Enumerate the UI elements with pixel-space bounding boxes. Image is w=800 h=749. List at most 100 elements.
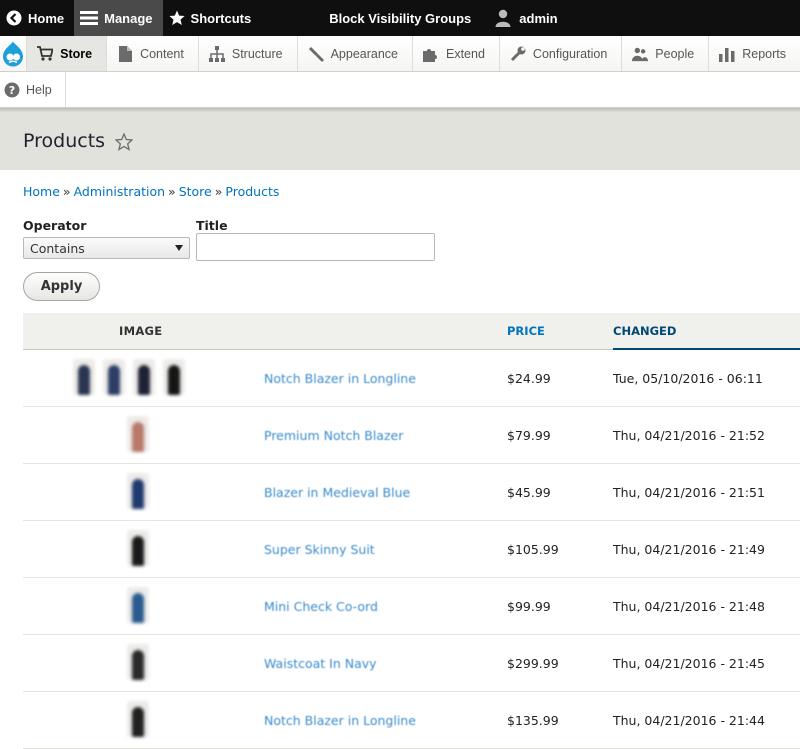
tray-item-extend[interactable]: Extend xyxy=(413,36,500,71)
table-row: Notch Blazer in Longline $24.99 Tue, 05/10… xyxy=(23,350,800,407)
product-thumbnail xyxy=(127,416,149,452)
breadcrumb-store[interactable]: Store xyxy=(179,184,212,199)
toolbar-user[interactable]: admin xyxy=(489,0,567,36)
toolbar-block-visibility-label: Block Visibility Groups xyxy=(329,10,472,26)
tray-item-label: Structure xyxy=(231,46,283,61)
product-changed-date: Thu, 04/21/2016 - 21:49 xyxy=(613,542,765,557)
product-title-link[interactable]: Notch Blazer in Longline xyxy=(264,371,416,386)
page-icon xyxy=(117,45,133,62)
product-title-link[interactable]: Super Skinny Suit xyxy=(264,542,375,557)
tray-item-label: Extend xyxy=(446,46,485,61)
tray-item-appearance[interactable]: Appearance xyxy=(298,36,413,71)
breadcrumb-products[interactable]: Products xyxy=(225,184,279,199)
product-image[interactable] xyxy=(127,643,149,681)
star-icon xyxy=(168,10,185,26)
product-changed-date: Thu, 04/21/2016 - 21:48 xyxy=(613,599,765,614)
toolbar-home[interactable]: Home xyxy=(0,0,74,36)
puzzle-icon xyxy=(423,46,439,62)
column-header-image: IMAGE xyxy=(119,324,163,338)
product-thumbnail xyxy=(133,359,155,395)
product-title-link[interactable]: Notch Blazer in Longline xyxy=(264,713,416,728)
admin-tray: Store Content Structure Appearance Exten… xyxy=(0,36,800,72)
brush-icon xyxy=(308,46,324,62)
product-changed-date: Thu, 04/21/2016 - 21:52 xyxy=(613,428,765,443)
structure-icon xyxy=(208,45,225,62)
tray-item-label: Reports xyxy=(742,46,786,61)
product-image[interactable] xyxy=(127,700,149,738)
column-header-price[interactable]: PRICE xyxy=(507,324,545,338)
breadcrumb-administration[interactable]: Administration xyxy=(74,184,165,199)
product-thumbnail xyxy=(127,530,149,566)
table-row: Super Skinny Suit $105.99 Thu, 04/21/2016 … xyxy=(23,521,800,578)
table-row: Blazer in Medieval Blue $45.99 Thu, 04/21/… xyxy=(23,464,800,521)
tray-item-label: Appearance xyxy=(330,46,398,61)
product-image[interactable] xyxy=(127,586,149,624)
chevron-down-icon xyxy=(175,245,183,251)
table-row: Waistcoat In Navy $299.99 Thu, 04/21/2016 … xyxy=(23,635,800,692)
product-thumbnail xyxy=(127,587,149,623)
tray-item-configuration[interactable]: Configuration xyxy=(500,36,623,71)
apply-button[interactable]: Apply xyxy=(23,272,100,301)
tray-item-help[interactable]: ? Help xyxy=(0,72,66,107)
tray-item-reports[interactable]: Reports xyxy=(709,36,800,71)
product-price: $79.99 xyxy=(507,428,551,443)
product-thumbnail xyxy=(163,359,185,395)
product-changed-date: Thu, 04/21/2016 - 21:44 xyxy=(613,713,765,728)
toolbar-shortcuts-label: Shortcuts xyxy=(190,10,252,26)
tray-item-label: Content xyxy=(140,46,184,61)
table-row: Premium Notch Blazer $79.99 Thu, 04/21/201… xyxy=(23,407,800,464)
product-changed-date: Thu, 04/21/2016 - 21:45 xyxy=(613,656,765,671)
product-image[interactable] xyxy=(127,529,149,567)
column-header-changed[interactable]: CHANGED xyxy=(613,324,676,338)
product-thumbnail xyxy=(127,701,149,737)
user-icon xyxy=(495,9,511,27)
toolbar-manage[interactable]: Manage xyxy=(74,0,163,36)
toolbar-home-label: Home xyxy=(28,10,65,26)
tray-item-content[interactable]: Content xyxy=(107,36,199,71)
table-row: Mini Check Co-ord $99.99 Thu, 04/21/2016 -… xyxy=(23,578,800,635)
product-image[interactable] xyxy=(73,358,185,396)
hamburger-icon xyxy=(80,10,99,26)
operator-select[interactable]: Contains xyxy=(23,237,190,259)
breadcrumb-home[interactable]: Home xyxy=(23,184,60,199)
product-thumbnail xyxy=(103,359,125,395)
table-header: IMAGE PRICE CHANGED xyxy=(23,313,800,350)
title-label: Title xyxy=(196,218,228,233)
toolbar-shortcuts[interactable]: Shortcuts xyxy=(163,0,262,36)
shortcut-star-icon[interactable] xyxy=(115,133,134,151)
page-title: Products xyxy=(23,130,106,152)
title-input[interactable] xyxy=(196,233,435,261)
product-title-link[interactable]: Blazer in Medieval Blue xyxy=(264,485,410,500)
product-title-link[interactable]: Waistcoat In Navy xyxy=(264,656,377,671)
drupal-logo-icon[interactable] xyxy=(0,36,28,71)
admin-toolbar: Home Manage Shortcuts Block Visibility G… xyxy=(0,0,800,36)
product-price: $299.99 xyxy=(507,656,559,671)
product-image[interactable] xyxy=(127,415,149,453)
product-title-link[interactable]: Mini Check Co-ord xyxy=(264,599,378,614)
tray-item-store[interactable]: Store xyxy=(27,36,108,71)
product-title-link[interactable]: Premium Notch Blazer xyxy=(264,428,403,443)
product-thumbnail xyxy=(127,644,149,680)
product-image[interactable] xyxy=(127,472,149,510)
operator-value: Contains xyxy=(30,240,85,256)
people-icon xyxy=(632,46,649,62)
tray-item-people[interactable]: People xyxy=(622,36,710,71)
product-price: $99.99 xyxy=(507,599,551,614)
title-filter: Title xyxy=(196,218,435,261)
toolbar-block-visibility[interactable]: Block Visibility Groups xyxy=(323,0,481,36)
product-thumbnail xyxy=(73,359,95,395)
product-price: $24.99 xyxy=(507,371,551,386)
tray-item-structure[interactable]: Structure xyxy=(199,36,298,71)
product-price: $45.99 xyxy=(507,485,551,500)
table-body: Notch Blazer in Longline $24.99 Tue, 05/10… xyxy=(23,350,800,749)
products-table: IMAGE PRICE CHANGED Notch Blazer in Long… xyxy=(23,313,800,749)
tray-item-label: People xyxy=(655,46,695,61)
breadcrumb: Home» Administration» Store» Products xyxy=(23,184,280,199)
cart-icon xyxy=(37,46,54,62)
product-thumbnail xyxy=(127,473,149,509)
tray-item-label: Store xyxy=(60,46,93,61)
operator-filter: Operator Contains xyxy=(23,218,190,261)
exposed-filters: Operator Contains Title xyxy=(23,218,435,261)
back-arrow-icon xyxy=(6,10,22,26)
product-changed-date: Tue, 05/10/2016 - 06:11 xyxy=(613,371,763,386)
